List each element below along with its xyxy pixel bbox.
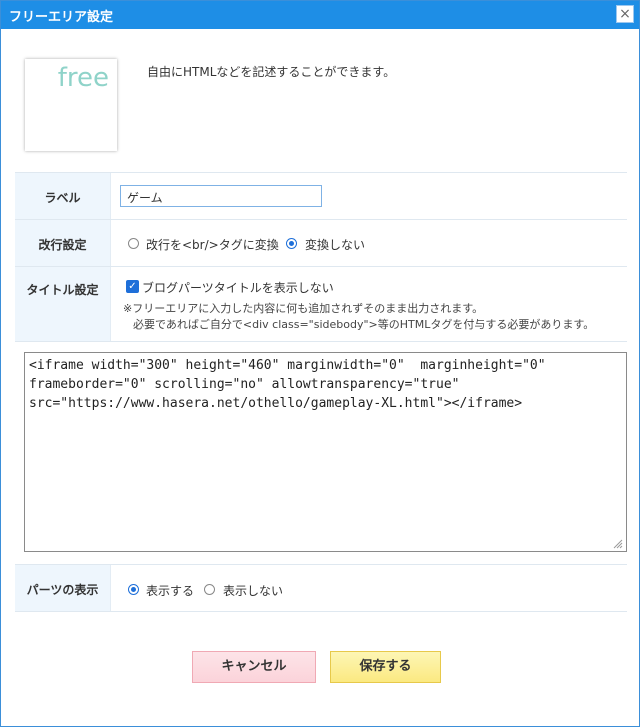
titlebar: フリーエリア設定 ×	[1, 1, 639, 29]
hide-title-checkbox[interactable]: ✓	[126, 280, 139, 293]
divider	[15, 341, 627, 342]
dialog-title: フリーエリア設定	[9, 10, 114, 25]
note-line-2: 必要であればご自分で<div class="sidebody">等のHTMLタグ…	[133, 318, 595, 331]
display-hide-label[interactable]: 表示しない	[223, 582, 283, 599]
free-logo-text: free	[57, 63, 109, 93]
label-row-header: ラベル	[15, 173, 111, 219]
hide-title-label[interactable]: ブログパーツタイトルを表示しない	[142, 279, 334, 296]
close-button[interactable]: ×	[616, 5, 634, 23]
title-row-title: タイトル設定	[26, 283, 99, 297]
description: 自由にHTMLなどを記述することができます。	[147, 65, 396, 79]
label-input[interactable]: ゲーム	[120, 185, 322, 207]
linebreak-row-header: 改行設定	[15, 220, 111, 266]
linebreak-noconvert-label[interactable]: 変換しない	[305, 236, 365, 253]
resize-grip-icon[interactable]	[612, 538, 623, 549]
display-row-title: パーツの表示	[26, 583, 99, 597]
display-show-label[interactable]: 表示する	[146, 582, 194, 599]
display-show-radio[interactable]	[128, 584, 139, 595]
free-area-settings-dialog: フリーエリア設定 × free 自由にHTMLなどを記述することができます。 ラ…	[0, 0, 640, 727]
label-row-title: ラベル	[44, 191, 81, 205]
linebreak-convert-radio[interactable]	[128, 238, 139, 249]
linebreak-convert-label[interactable]: 改行を<br/>タグに変換	[146, 236, 279, 253]
linebreak-noconvert-radio[interactable]	[286, 238, 297, 249]
free-logo: free	[25, 59, 117, 151]
cancel-button[interactable]: キャンセル	[192, 651, 316, 683]
linebreak-row-title: 改行設定	[38, 238, 87, 252]
display-hide-radio[interactable]	[204, 584, 215, 595]
title-row-header: タイトル設定	[15, 267, 111, 341]
note-line-1: ※フリーエリアに入力した内容に何も追加されずそのまま出力されます。	[123, 302, 484, 315]
html-code-textarea[interactable]: <iframe width="300" height="460" marginw…	[24, 352, 627, 552]
save-button[interactable]: 保存する	[330, 651, 441, 683]
divider	[15, 611, 627, 612]
display-row-header: パーツの表示	[15, 565, 111, 611]
